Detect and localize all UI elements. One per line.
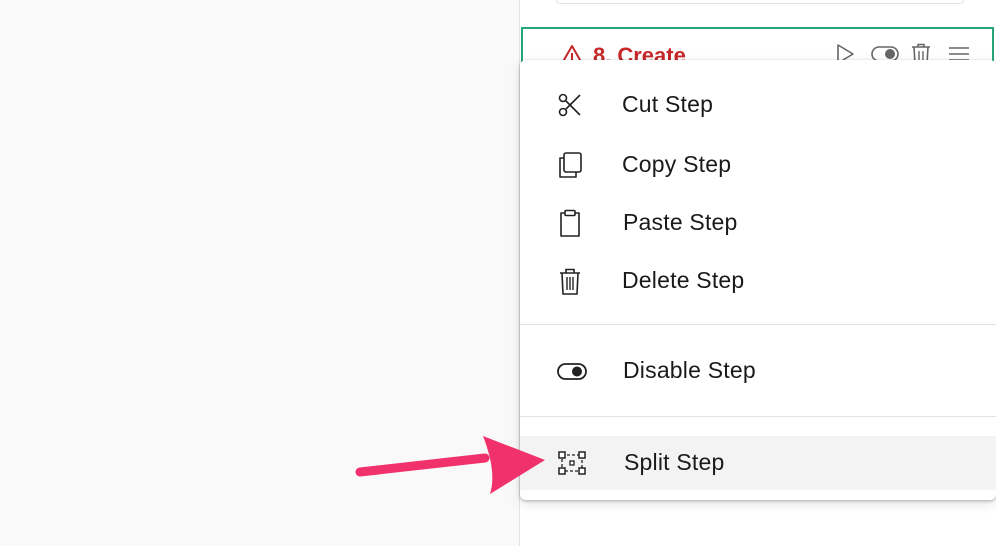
menu-item-label: Split Step — [624, 449, 725, 475]
menu-item-split-step[interactable]: Split Step — [520, 436, 996, 490]
menu-divider — [520, 324, 996, 325]
toggle-icon — [556, 357, 587, 385]
menu-divider — [520, 416, 996, 417]
clipboard-icon — [556, 209, 584, 237]
copy-icon — [556, 151, 584, 179]
menu-item-label: Cut Step — [622, 91, 714, 117]
menu-item-disable-step[interactable]: Disable Step — [520, 344, 996, 398]
menu-item-label: Paste Step — [623, 209, 738, 235]
menu-item-label: Disable Step — [623, 357, 756, 383]
menu-item-paste-step[interactable]: Paste Step — [520, 196, 996, 250]
menu-item-cut-step[interactable]: Cut Step — [520, 78, 996, 132]
menu-item-copy-step[interactable]: Copy Step — [520, 138, 996, 192]
split-icon — [556, 449, 586, 477]
previous-step-card[interactable] — [556, 0, 964, 4]
menu-item-label: Copy Step — [622, 151, 732, 177]
menu-item-delete-step[interactable]: Delete Step — [520, 254, 996, 308]
step-context-menu: Cut Step Copy Step Paste Step Delete Ste… — [520, 60, 996, 500]
scissors-icon — [556, 91, 584, 119]
pointer-arrow-icon — [355, 436, 545, 494]
trash-icon — [556, 267, 584, 295]
menu-item-label: Delete Step — [622, 267, 745, 293]
